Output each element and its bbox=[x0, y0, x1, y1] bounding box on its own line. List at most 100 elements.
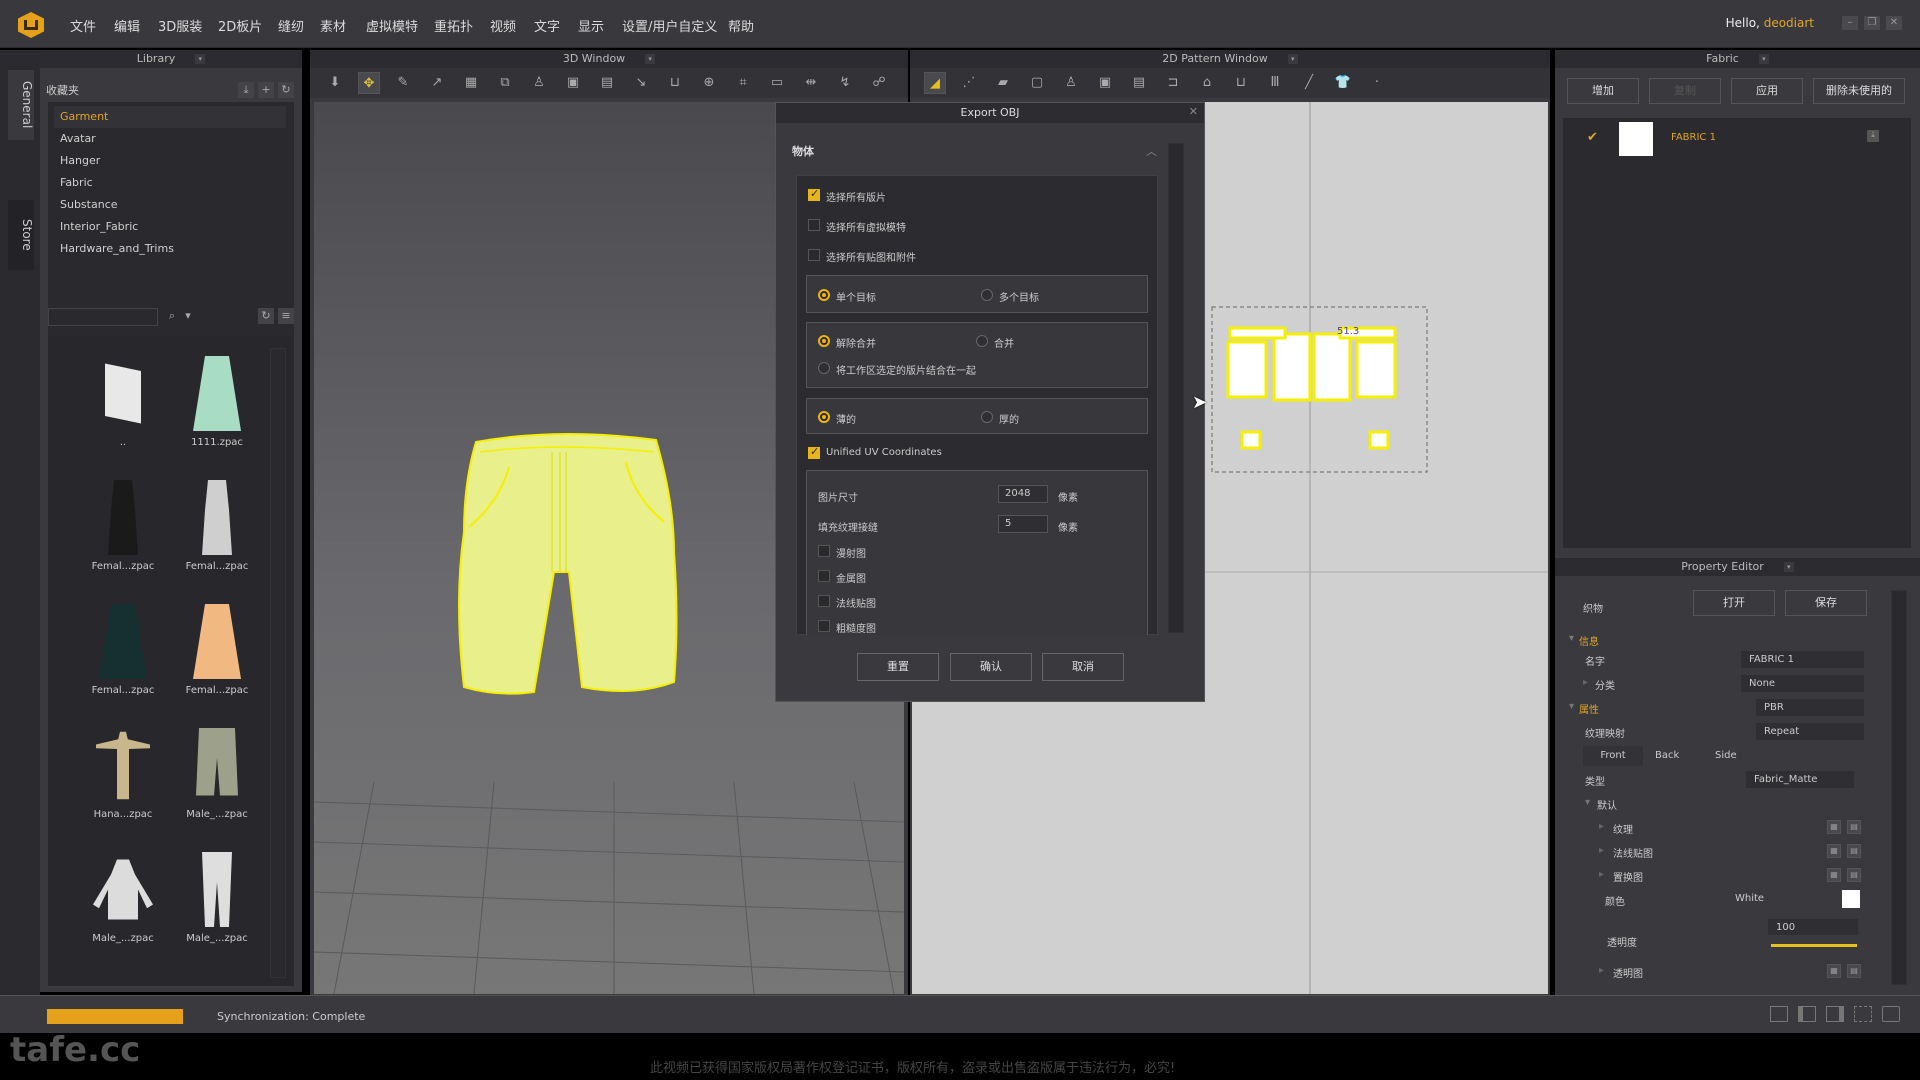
tb2d-tool-icon[interactable]: ▰ bbox=[992, 72, 1014, 94]
texture-row[interactable]: ▸ 纹理 ▦ ▤ bbox=[1555, 818, 1895, 838]
opacity-slider[interactable] bbox=[1771, 944, 1857, 947]
library-scrollbar[interactable] bbox=[270, 348, 286, 978]
padding-input[interactable]: 5 bbox=[998, 515, 1048, 533]
menu-help[interactable]: 帮助 bbox=[728, 16, 754, 35]
menu-display[interactable]: 显示 bbox=[578, 16, 604, 35]
tb2d-tool-icon[interactable]: · bbox=[1366, 72, 1388, 94]
color-swatch[interactable] bbox=[1842, 890, 1860, 908]
tb2d-tool-icon[interactable]: ⊔ bbox=[1230, 72, 1252, 94]
search-icon[interactable]: ⌕ bbox=[164, 308, 180, 324]
default-section[interactable]: ▾ 默认 bbox=[1555, 794, 1895, 814]
tb3d-tool-icon[interactable]: ▭ bbox=[766, 72, 788, 94]
tab-back[interactable]: Back bbox=[1655, 750, 1679, 761]
menu-2d-pattern[interactable]: 2D板片 bbox=[218, 16, 262, 35]
dialog-close-icon[interactable]: ✕ bbox=[1189, 105, 1198, 118]
property-select[interactable]: PBR bbox=[1755, 698, 1865, 717]
menu-avatar[interactable]: 虚拟模特 bbox=[366, 16, 418, 35]
tb2d-tool-icon[interactable]: ▢ bbox=[1026, 72, 1048, 94]
layout-triple-icon[interactable] bbox=[1826, 1006, 1844, 1022]
tab-general[interactable]: General bbox=[8, 70, 34, 140]
2d-window-dropdown-icon[interactable]: ▾ bbox=[1287, 54, 1298, 64]
tab-store[interactable]: Store bbox=[8, 200, 34, 270]
thin-radio[interactable] bbox=[818, 411, 830, 423]
tb3d-tool-icon[interactable]: ✥ bbox=[358, 72, 380, 94]
delete-icon[interactable]: ▤ bbox=[1847, 964, 1861, 978]
tb3d-tool-icon[interactable]: ↘ bbox=[630, 72, 652, 94]
unmerge-radio[interactable] bbox=[818, 335, 830, 347]
reset-button[interactable]: 重置 bbox=[857, 653, 939, 681]
tab-side[interactable]: Side bbox=[1715, 750, 1737, 761]
pattern-pieces[interactable] bbox=[1226, 326, 1397, 450]
delete-icon[interactable]: ▤ bbox=[1847, 844, 1861, 858]
menu-sewing[interactable]: 缝纫 bbox=[278, 16, 304, 35]
grid-icon[interactable]: ▦ bbox=[1827, 964, 1841, 978]
tb2d-tool-icon[interactable]: 👕 bbox=[1332, 72, 1354, 94]
library-item[interactable]: Femal...zpac bbox=[172, 604, 262, 696]
opacity-map-row[interactable]: ▸ 透明图 ▦ ▤ bbox=[1555, 962, 1895, 982]
filter-dropdown-icon[interactable]: ▾ bbox=[180, 308, 196, 324]
layout-custom-icon[interactable] bbox=[1882, 1006, 1900, 1022]
library-item[interactable]: Male_...zpac bbox=[78, 852, 168, 944]
tree-item-hardware-trims[interactable]: Hardware_and_Trims bbox=[48, 238, 294, 260]
type-select[interactable]: Fabric_Matte bbox=[1745, 770, 1855, 789]
property-scrollbar[interactable] bbox=[1891, 590, 1907, 985]
library-item[interactable]: Femal...zpac bbox=[78, 480, 168, 572]
merge-radio[interactable] bbox=[976, 335, 988, 347]
username-link[interactable]: deodiart bbox=[1764, 16, 1814, 30]
menu-retopology[interactable]: 重拓扑 bbox=[434, 16, 473, 35]
roughness-map-checkbox[interactable] bbox=[818, 620, 830, 632]
library-item[interactable]: Male_...zpac bbox=[172, 728, 262, 820]
info-section[interactable]: ▾ 信息 bbox=[1555, 630, 1895, 650]
image-size-input[interactable]: 2048 bbox=[998, 485, 1048, 503]
tb3d-tool-icon[interactable]: ✎ bbox=[392, 72, 414, 94]
layout-quad-icon[interactable] bbox=[1854, 1006, 1872, 1022]
normal-map-row[interactable]: ▸ 法线贴图 ▦ ▤ bbox=[1555, 842, 1895, 862]
menu-video[interactable]: 视频 bbox=[490, 16, 516, 35]
restore-button[interactable]: ❐ bbox=[1864, 16, 1880, 30]
apply-fabric-button[interactable]: 应用 bbox=[1731, 78, 1803, 104]
minimize-button[interactable]: – bbox=[1842, 16, 1858, 30]
save-button[interactable]: 保存 bbox=[1785, 590, 1867, 616]
library-search-input[interactable] bbox=[48, 308, 158, 326]
tree-item-substance[interactable]: Substance bbox=[48, 194, 294, 216]
tb3d-tool-icon[interactable]: ☍ bbox=[868, 72, 890, 94]
select-all-trims-checkbox[interactable] bbox=[808, 249, 820, 261]
add-fabric-button[interactable]: 增加 bbox=[1567, 78, 1639, 104]
menu-settings[interactable]: 设置/用户自定义 bbox=[622, 16, 717, 35]
dialog-scrollbar[interactable] bbox=[1168, 143, 1184, 633]
refresh-icon[interactable]: ↻ bbox=[278, 82, 294, 98]
tb2d-tool-icon[interactable]: ▣ bbox=[1094, 72, 1116, 94]
property-section[interactable]: ▾ 属性 PBR bbox=[1555, 698, 1895, 718]
tb2d-tool-icon[interactable]: ⊐ bbox=[1162, 72, 1184, 94]
fabric-dropdown-icon[interactable]: ▾ bbox=[1758, 54, 1769, 64]
displacement-row[interactable]: ▸ 置换图 ▦ ▤ bbox=[1555, 866, 1895, 886]
tab-front[interactable]: Front bbox=[1583, 746, 1643, 766]
library-item[interactable]: Femal...zpac bbox=[78, 604, 168, 696]
list-view-icon[interactable]: ≡ bbox=[278, 308, 294, 324]
cancel-button[interactable]: 取消 bbox=[1042, 653, 1124, 681]
delete-unused-button[interactable]: 删除未使用的 bbox=[1813, 78, 1905, 104]
tree-item-interior-fabric[interactable]: Interior_Fabric bbox=[48, 216, 294, 238]
layout-single-icon[interactable] bbox=[1770, 1006, 1788, 1022]
library-item[interactable]: 1111.zpac bbox=[172, 356, 262, 448]
3d-window-dropdown-icon[interactable]: ▾ bbox=[645, 54, 656, 64]
confirm-button[interactable]: 确认 bbox=[950, 653, 1032, 681]
library-item[interactable]: Femal...zpac bbox=[172, 480, 262, 572]
tb3d-tool-icon[interactable]: ↗ bbox=[426, 72, 448, 94]
tree-item-hanger[interactable]: Hanger bbox=[48, 150, 294, 172]
grid-icon[interactable]: ▦ bbox=[1827, 844, 1841, 858]
close-button[interactable]: ✕ bbox=[1886, 16, 1902, 30]
menu-3d-garment[interactable]: 3D服装 bbox=[158, 16, 202, 35]
tb3d-tool-icon[interactable]: ▣ bbox=[562, 72, 584, 94]
tb3d-tool-icon[interactable]: ⇹ bbox=[800, 72, 822, 94]
tb3d-tool-icon[interactable]: ▦ bbox=[460, 72, 482, 94]
property-dropdown-icon[interactable]: ▾ bbox=[1783, 562, 1794, 572]
tb3d-tool-icon[interactable]: ⊕ bbox=[698, 72, 720, 94]
tb3d-tool-icon[interactable]: ⌗ bbox=[732, 72, 754, 94]
menu-materials[interactable]: 素材 bbox=[320, 16, 346, 35]
tb3d-tool-icon[interactable]: ▤ bbox=[596, 72, 618, 94]
tb2d-tool-icon[interactable]: Ⅲ bbox=[1264, 72, 1286, 94]
menu-text[interactable]: 文字 bbox=[534, 16, 560, 35]
name-field[interactable]: FABRIC 1 bbox=[1740, 650, 1865, 669]
collapse-icon[interactable]: ︿ bbox=[1146, 143, 1157, 159]
